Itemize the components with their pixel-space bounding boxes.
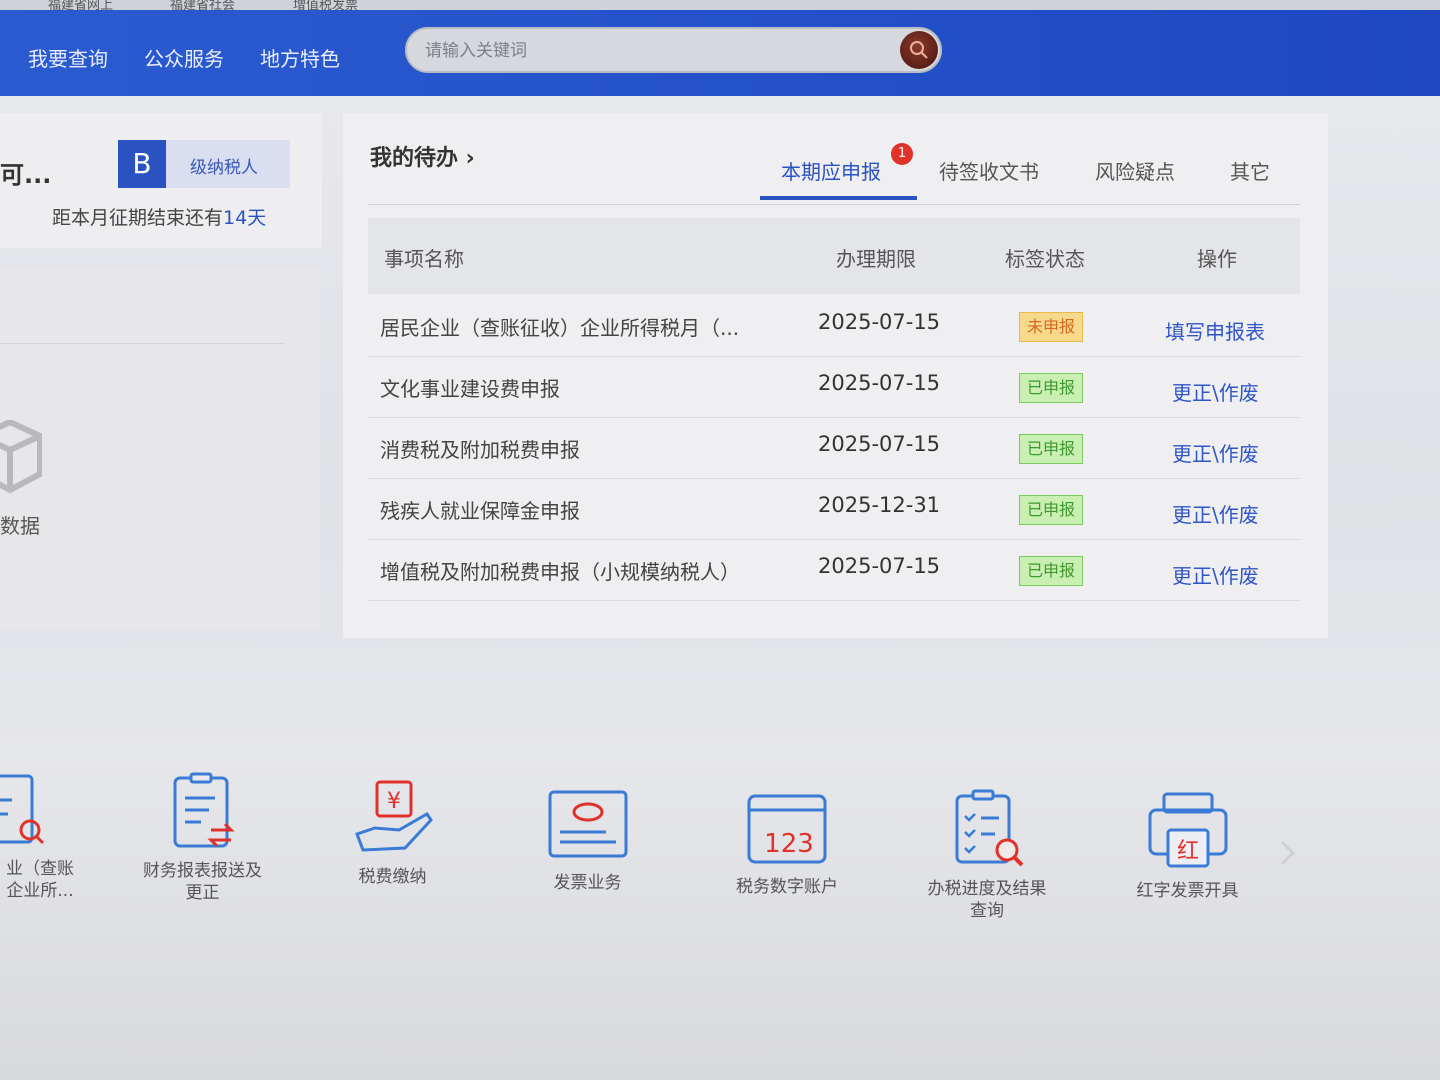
service-progress-query[interactable]: 办税进度及结果 查询 [912, 788, 1062, 922]
service-enterprise-income-tax[interactable]: 业（查账 企业所... [0, 772, 90, 902]
nav-item-query[interactable]: 我要查询 [28, 43, 108, 72]
table-row: 文化事业建设费申报 2025-07-15 已申报 更正\作废 [368, 357, 1300, 418]
service-label: 更正 [185, 883, 220, 903]
active-tab-indicator [760, 196, 917, 200]
status-badge: 已申报 [1019, 373, 1084, 403]
item-name: 文化事业建设费申报 [380, 377, 560, 401]
correct-void-link[interactable]: 更正\作废 [1172, 499, 1259, 528]
tab-divider [368, 204, 1300, 205]
browser-tab-strip: 福建省网上 福建省社会 增值税发票 [0, 0, 1440, 10]
top-nav-bar: 我要查询 公众服务 地方特色 [0, 10, 1440, 96]
status-badge: 未申报 [1019, 312, 1084, 342]
tab-risk-points[interactable]: 风险疑点 [1095, 156, 1175, 185]
divider [0, 343, 285, 344]
service-red-invoice[interactable]: 红 红字发票开具 [1120, 790, 1255, 902]
document-search-icon [0, 774, 45, 845]
status-badge: 已申报 [1019, 434, 1084, 464]
column-header-action: 操作 [1197, 247, 1237, 271]
shortcut-label[interactable]: 数据 [0, 510, 40, 539]
payment-hand-icon: ¥ [354, 780, 433, 852]
nav-item-public-service[interactable]: 公众服务 [144, 43, 224, 72]
service-label: 办税进度及结果 [927, 879, 1047, 899]
deadline-days: 14天 [223, 207, 267, 229]
notification-badge: 1 [891, 143, 913, 165]
tab-current-declaration[interactable]: 本期应申报 [781, 156, 881, 185]
printer-icon: 红 [1148, 792, 1227, 868]
service-label: 税务数字账户 [736, 877, 838, 897]
svg-text:123: 123 [764, 829, 814, 859]
table-row: 增值税及附加税费申报（小规模纳税人） 2025-07-15 已申报 更正\作废 [368, 540, 1300, 601]
credit-level-label: 级纳税人 [190, 158, 258, 178]
status-badge: 已申报 [1019, 556, 1084, 586]
cube-icon[interactable] [0, 420, 42, 496]
item-name: 增值税及附加税费申报（小规模纳税人） [380, 560, 740, 584]
service-label: 财务报表报送及 [143, 861, 262, 881]
table-row: 消费税及附加税费申报 2025-07-15 已申报 更正\作废 [368, 418, 1300, 479]
service-invoice[interactable]: 发票业务 [530, 788, 645, 894]
item-name: 消费税及附加税费申报 [380, 438, 580, 462]
deadline-note: 距本月征期结束还有14天 [52, 203, 266, 230]
todo-title[interactable]: 我的待办 › [370, 140, 475, 172]
service-label: 业（查账 [6, 859, 74, 879]
correct-void-link[interactable]: 更正\作废 [1172, 560, 1259, 589]
service-label: 查询 [970, 901, 1004, 921]
item-deadline: 2025-07-15 [818, 432, 941, 456]
taxpayer-credit-badge: B 级纳税人 [118, 140, 290, 188]
table-header [368, 218, 1300, 294]
company-name: 可... [0, 161, 52, 189]
chevron-right-icon[interactable] [1278, 838, 1298, 868]
svg-text:红: 红 [1176, 839, 1198, 864]
nav-item-local-feature[interactable]: 地方特色 [260, 43, 340, 72]
browser-tab[interactable]: 福建省网上 [48, 0, 113, 10]
item-deadline: 2025-07-15 [818, 554, 941, 578]
credit-level-letter: B [118, 140, 166, 188]
correct-void-link[interactable]: 更正\作废 [1172, 377, 1259, 406]
column-header-status: 标签状态 [1005, 247, 1085, 271]
service-label: 企业所... [6, 881, 74, 901]
search-button[interactable] [900, 31, 938, 69]
item-deadline: 2025-12-31 [818, 493, 941, 517]
tab-other[interactable]: 其它 [1230, 156, 1270, 185]
service-financial-report[interactable]: 财务报表报送及 更正 [130, 772, 275, 904]
browser-tab[interactable]: 增值税发票 [293, 0, 358, 10]
service-label: 发票业务 [553, 873, 622, 893]
invoice-icon [548, 790, 627, 858]
digital-account-icon: 123 [747, 794, 827, 864]
column-header-deadline: 办理期限 [836, 247, 916, 271]
table-row: 残疾人就业保障金申报 2025-12-31 已申报 更正\作废 [368, 479, 1300, 540]
search-input[interactable] [423, 37, 897, 65]
left-shortcut-panel [0, 270, 320, 630]
browser-tab[interactable]: 福建省社会 [170, 0, 235, 10]
deadline-prefix: 距本月征期结束还有 [52, 207, 224, 229]
table-row: 居民企业（查账征收）企业所得税月（... 2025-07-15 未申报 填写申报… [368, 296, 1300, 357]
progress-search-icon [955, 789, 1024, 867]
search-icon [910, 41, 928, 59]
tab-pending-documents[interactable]: 待签收文书 [939, 156, 1039, 185]
fill-declaration-link[interactable]: 填写申报表 [1165, 316, 1265, 345]
item-deadline: 2025-07-15 [818, 371, 941, 395]
service-label: 红字发票开具 [1136, 881, 1239, 901]
svg-text:¥: ¥ [387, 789, 401, 814]
item-name: 居民企业（查账征收）企业所得税月（... [380, 316, 740, 340]
search-box [405, 27, 942, 73]
report-submit-icon [173, 772, 235, 848]
item-deadline: 2025-07-15 [818, 310, 941, 334]
status-badge: 已申报 [1019, 495, 1084, 525]
item-name: 残疾人就业保障金申报 [380, 499, 580, 523]
service-digital-account[interactable]: 123 税务数字账户 [722, 790, 852, 898]
correct-void-link[interactable]: 更正\作废 [1172, 438, 1259, 467]
service-label: 税费缴纳 [358, 867, 427, 887]
service-tax-payment[interactable]: ¥ 税费缴纳 [335, 778, 450, 888]
column-header-item-name: 事项名称 [384, 247, 464, 271]
